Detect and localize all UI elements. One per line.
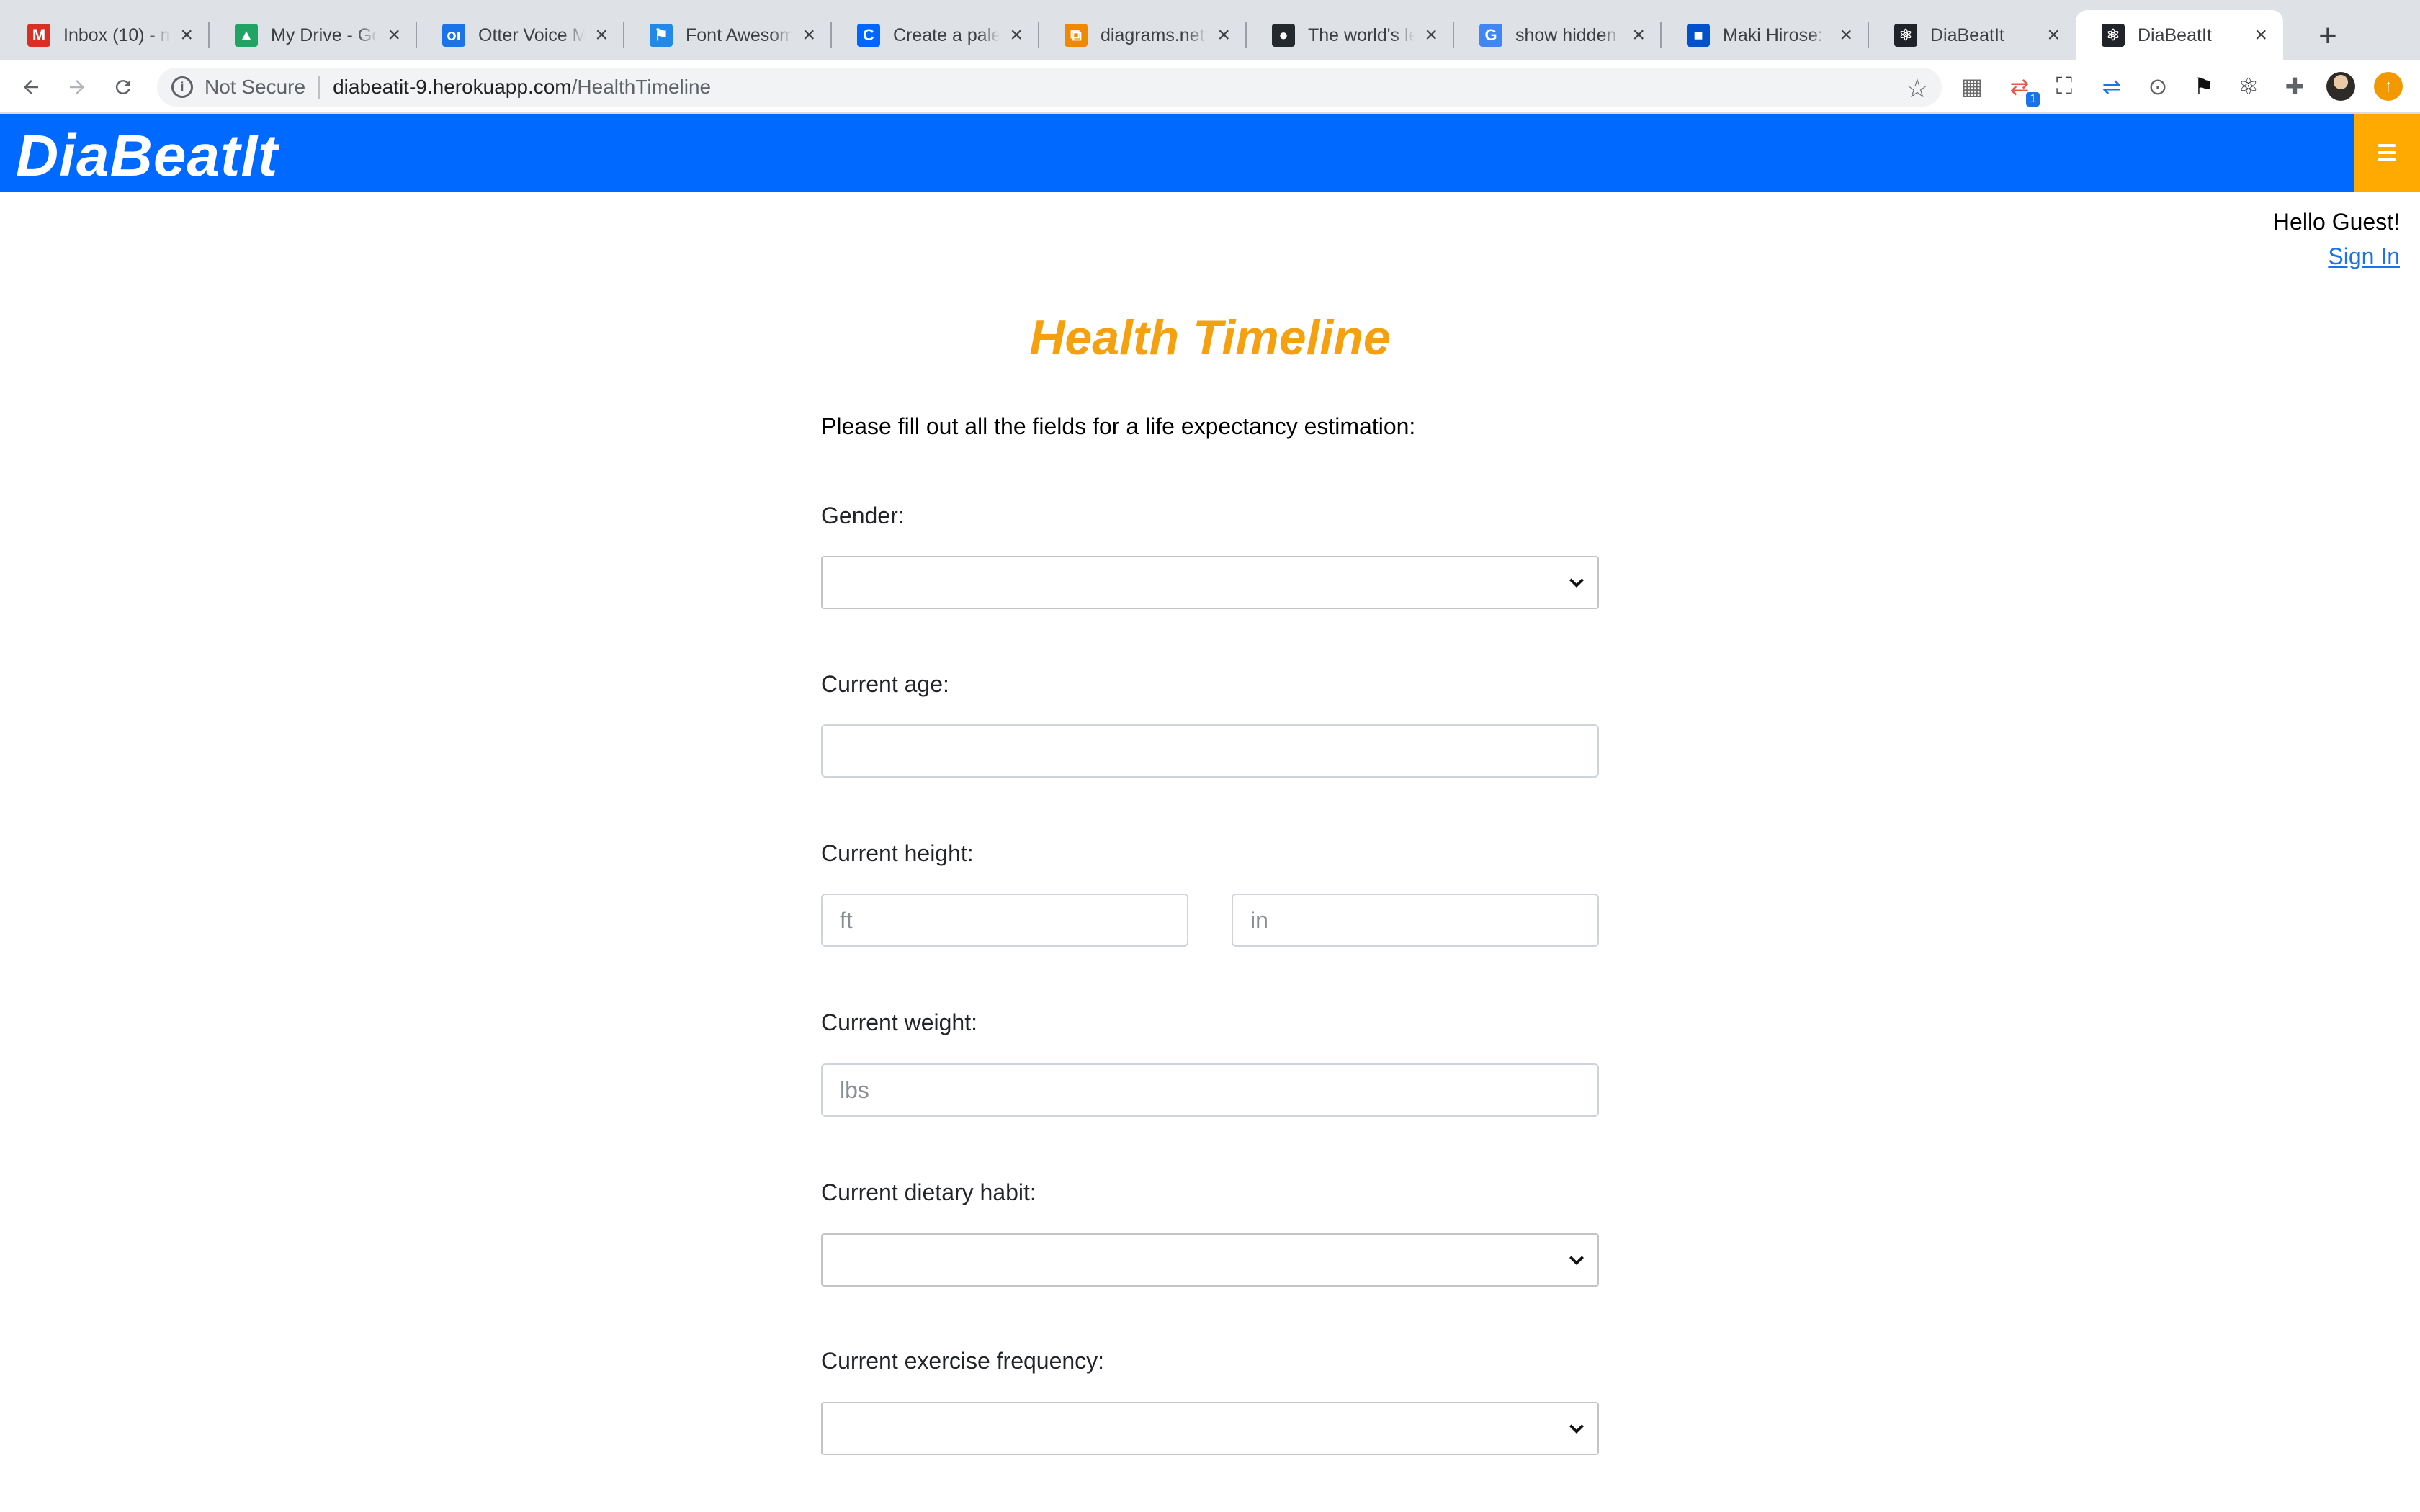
browser-tab[interactable]: M Inbox (10) - m × [1,10,209,60]
update-icon[interactable]: ↑ [2374,72,2403,101]
close-tab-icon[interactable]: × [2254,24,2267,46]
form-instructions: Please fill out all the fields for a lif… [821,413,1416,439]
omnibox-divider [318,76,321,99]
github-icon: ● [1272,24,1295,47]
tab-title: DiaBeatIt [1930,24,2004,45]
arrow-right-icon [70,80,84,94]
browser-tab[interactable]: ■ Maki Hirose: L × [1661,10,1868,60]
browser-tab[interactable]: ⚛ DiaBeatIt × [2076,10,2283,60]
close-tab-icon[interactable]: × [1632,24,1645,46]
browser-tab[interactable]: ▲ My Drive - Go × [209,10,416,60]
browser-tab[interactable]: C Create a palet × [831,10,1039,60]
puzzle-extensions-icon[interactable]: ✚ [2280,72,2309,101]
forward-button[interactable] [59,69,95,105]
screenshot-ext-icon[interactable]: ⛶ [2050,72,2079,101]
height-feet-input[interactable]: ft [821,894,1188,947]
share-ext-icon[interactable]: ⇄ 1 [2005,72,2040,107]
tab-title: DiaBeatIt [2138,24,2212,45]
exercise-label: Current exercise frequency: [821,1348,1105,1374]
tab-title: Inbox (10) - m [63,24,171,45]
tab-title: Otter Voice M [478,24,586,45]
height-inches-input[interactable]: in [1232,894,1599,947]
browser-tab[interactable]: ● The world's le × [1246,10,1453,60]
close-tab-icon[interactable]: × [1217,24,1230,46]
browser-tab[interactable]: ⧉ diagrams.net × [1039,10,1246,60]
diagrams-net-icon: ⧉ [1065,24,1088,47]
code-ext-icon[interactable]: ⊙ [2143,72,2172,101]
menu-toggle-button[interactable] [2354,114,2420,192]
height-label: Current height: [821,840,974,866]
page-title: Health Timeline [1029,310,1391,365]
flag-ext-icon[interactable]: ⚑ [2190,72,2218,101]
age-label: Current age: [821,671,949,697]
new-tab-button[interactable]: + [2313,16,2342,56]
react-icon: ⚛ [1894,24,1917,47]
otter-icon: oı [442,24,465,47]
tab-title: diagrams.net [1101,24,1205,45]
arrows-ext-icon[interactable]: ⇌ [2097,72,2126,101]
chevron-down-icon [1569,1424,1585,1434]
browser-tab[interactable]: oı Otter Voice M × [416,10,624,60]
google-drive-icon: ▲ [235,24,258,47]
hamburger-icon-bar [2378,151,2396,154]
exercise-select[interactable] [821,1402,1599,1455]
url-path: /HealthTimeline [571,76,712,98]
close-tab-icon[interactable]: × [2047,24,2060,46]
close-tab-icon[interactable]: × [595,24,608,46]
close-tab-icon[interactable]: × [1010,24,1023,46]
tab-title: My Drive - Go [271,24,378,45]
app-header: DiaBeatIt [0,114,2420,192]
trello-icon: ■ [1687,24,1710,47]
close-tab-icon[interactable]: × [1839,24,1852,46]
address-bar[interactable]: i Not Secure diabeatit-9.herokuapp.com/H… [157,68,1942,107]
close-tab-icon[interactable]: × [802,24,815,46]
react-devtools-icon[interactable]: ⚛ [2234,72,2263,101]
weight-label: Current weight: [821,1009,977,1035]
chevron-down-icon [1569,578,1585,588]
hamburger-icon-bar [2378,158,2396,161]
coolors-icon: C [857,24,880,47]
browser-tab[interactable]: ⚑ Font Awesome × [624,10,831,60]
extension-badge: 1 [2026,92,2040,107]
arrow-left-icon [24,80,38,94]
tab-title: show hidden f [1515,24,1623,45]
close-tab-icon[interactable]: × [180,24,193,46]
tab-title: Create a palet [893,24,1000,45]
gender-label: Gender: [821,503,905,528]
close-tab-icon[interactable]: × [1425,24,1438,46]
browser-tab-strip: M Inbox (10) - m × ▲ My Drive - Go × oı Otter V… [0,0,2420,60]
security-label: Not Secure [205,76,306,98]
reload-icon [115,80,130,95]
brand-logo[interactable]: DiaBeatIt [16,122,278,190]
gender-select[interactable] [821,556,1599,609]
tab-title: The world's le [1308,24,1415,45]
diet-label: Current dietary habit: [821,1179,1036,1205]
close-tab-icon[interactable]: × [387,24,400,46]
gmail-icon: M [27,24,50,47]
browser-tab[interactable]: Gshow hidden f × [1453,10,1661,60]
tab-title: Maki Hirose: L [1723,24,1830,45]
weight-input[interactable]: lbs [821,1063,1599,1117]
age-input[interactable] [821,724,1599,778]
url-host: diabeatit-9.herokuapp.com [333,76,572,98]
tab-title: Font Awesome [686,24,793,45]
google-icon: G [1479,24,1502,47]
dashboard-ext-icon[interactable]: ▦ [1958,72,1986,101]
chevron-down-icon [1569,1256,1585,1266]
react-icon: ⚛ [2102,24,2125,47]
sign-in-link[interactable]: Sign In [2328,243,2400,270]
bookmark-star-icon[interactable]: ☆ [1906,73,1929,104]
back-button[interactable] [13,69,49,105]
profile-avatar[interactable] [2326,72,2355,101]
greeting-text: Hello Guest! [2272,209,2400,235]
hamburger-icon-bar [2378,144,2396,147]
reload-button[interactable] [105,69,141,105]
info-icon[interactable]: i [171,76,193,98]
font-awesome-flag-icon: ⚑ [650,24,673,47]
browser-tab[interactable]: ⚛ DiaBeatIt × [1868,10,2076,60]
diet-select[interactable] [821,1233,1599,1287]
